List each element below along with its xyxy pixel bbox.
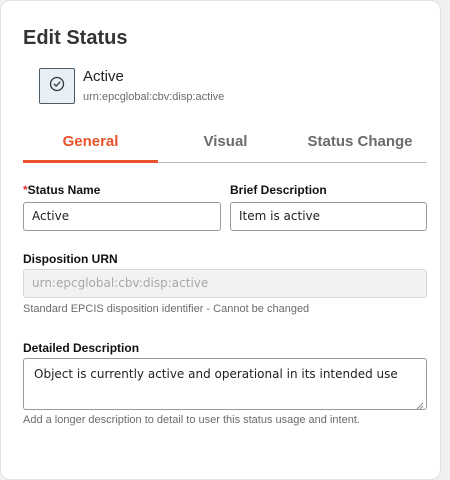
detailed-description-label: Detailed Description [23,341,140,355]
tab-status-change[interactable]: Status Change [293,133,427,150]
check-circle-icon [49,76,65,97]
status-name-label-text: Status Name [27,183,101,197]
status-icon-tile [39,68,75,104]
resize-handle-icon[interactable] [416,399,424,410]
brief-description-label: Brief Description [230,183,327,197]
brief-description-input[interactable]: Item is active [230,202,427,231]
edit-status-panel: Edit Status Active urn:epcglobal:cbv:dis… [0,0,441,480]
disposition-urn-help: Standard EPCIS disposition identifier - … [23,303,310,315]
active-tab-indicator [23,160,158,163]
status-urn-subtitle: urn:epcglobal:cbv:disp:active [83,91,225,103]
tab-general[interactable]: General [23,133,158,150]
status-name-input[interactable]: Active [23,202,221,231]
tab-visual[interactable]: Visual [158,133,293,150]
detailed-description-help: Add a longer description to detail to us… [23,414,360,426]
disposition-urn-input: urn:epcglobal:cbv:disp:active [23,269,427,298]
page-title: Edit Status [23,27,128,49]
disposition-urn-label: Disposition URN [23,252,118,266]
tab-bar: General Visual Status Change [23,124,427,163]
status-name-heading: Active [83,68,124,85]
detailed-description-text: Object is currently active and operation… [34,367,398,381]
status-name-label: *Status Name [23,183,100,197]
detailed-description-textarea[interactable]: Object is currently active and operation… [23,358,427,410]
